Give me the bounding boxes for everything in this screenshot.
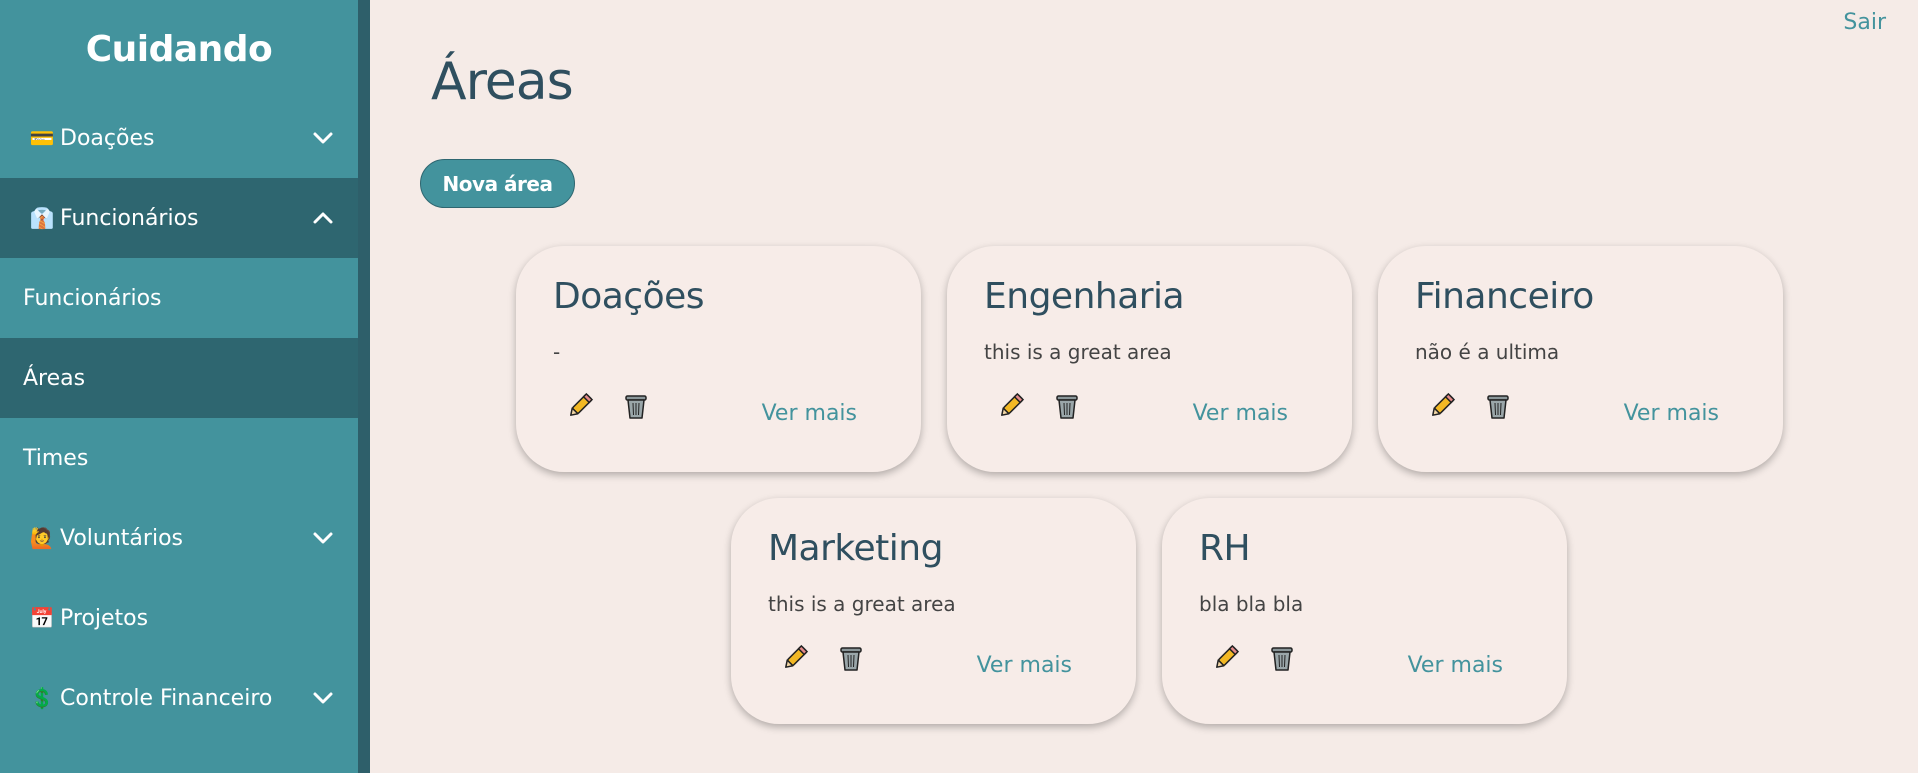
dollar-sign-icon: 💲 — [29, 686, 55, 710]
card-title: RH — [1199, 528, 1251, 569]
pencil-icon[interactable] — [1428, 392, 1456, 420]
card-description: - — [553, 340, 561, 364]
chevron-down-icon[interactable] — [312, 127, 334, 149]
sidebar-item-label: Projetos — [60, 605, 149, 631]
area-card: Marketing this is a great area Ver mais — [731, 498, 1136, 724]
calendar-icon: 📅 — [29, 606, 55, 630]
see-more-link[interactable]: Ver mais — [1408, 653, 1503, 678]
see-more-link[interactable]: Ver mais — [1624, 401, 1719, 426]
card-title: Marketing — [768, 528, 943, 569]
chevron-up-icon[interactable] — [312, 207, 334, 229]
pencil-icon[interactable] — [1212, 644, 1240, 672]
area-card: Financeiro não é a ultima Ver mais — [1378, 246, 1783, 472]
trash-icon[interactable] — [1485, 392, 1511, 420]
sidebar-item-voluntarios[interactable]: 🙋 Voluntários — [0, 498, 358, 578]
trash-icon[interactable] — [1269, 644, 1295, 672]
sidebar-item-label: Áreas — [23, 365, 86, 391]
new-area-button[interactable]: Nova área — [420, 159, 575, 208]
trash-icon[interactable] — [1054, 392, 1080, 420]
see-more-link[interactable]: Ver mais — [977, 653, 1072, 678]
chevron-down-icon[interactable] — [312, 687, 334, 709]
sidebar: Cuidando 💳 Doações 👔 Funcionários Funcio… — [0, 0, 370, 773]
sidebar-item-funcionarios-group[interactable]: 👔 Funcionários — [0, 178, 358, 258]
card-description: this is a great area — [768, 592, 956, 616]
sidebar-item-areas[interactable]: Áreas — [0, 338, 358, 418]
chevron-down-icon[interactable] — [312, 527, 334, 549]
raising-hand-icon: 🙋 — [29, 526, 55, 550]
area-card: Engenharia this is a great area Ver mais — [947, 246, 1352, 472]
card-title: Engenharia — [984, 276, 1185, 317]
page-title: Áreas — [431, 52, 574, 112]
necktie-person-icon: 👔 — [29, 206, 55, 230]
card-title: Financeiro — [1415, 276, 1594, 317]
sidebar-item-label: Funcionários — [60, 205, 199, 231]
sidebar-item-label: Controle Financeiro — [60, 685, 273, 711]
area-card: RH bla bla bla Ver mais — [1162, 498, 1567, 724]
trash-icon[interactable] — [623, 392, 649, 420]
trash-icon[interactable] — [838, 644, 864, 672]
sidebar-item-funcionarios[interactable]: Funcionários — [0, 258, 358, 338]
pencil-icon[interactable] — [566, 392, 594, 420]
card-description: bla bla bla — [1199, 592, 1304, 616]
area-card: Doações - Ver mais — [516, 246, 921, 472]
card-title: Doações — [553, 276, 705, 317]
card-description: não é a ultima — [1415, 340, 1560, 364]
sidebar-item-label: Voluntários — [60, 525, 183, 551]
sidebar-item-times[interactable]: Times — [0, 418, 358, 498]
sidebar-item-projetos[interactable]: 📅 Projetos — [0, 578, 358, 658]
card-description: this is a great area — [984, 340, 1172, 364]
logout-link[interactable]: Sair — [1843, 10, 1886, 35]
see-more-link[interactable]: Ver mais — [762, 401, 857, 426]
brand-logo[interactable]: Cuidando — [0, 0, 358, 98]
pencil-icon[interactable] — [997, 392, 1025, 420]
sidebar-item-label: Funcionários — [23, 285, 162, 311]
pencil-icon[interactable] — [781, 644, 809, 672]
sidebar-item-label: Doações — [60, 125, 155, 151]
credit-card-icon: 💳 — [29, 126, 55, 150]
sidebar-item-label: Times — [23, 445, 89, 471]
sidebar-item-controle-financeiro[interactable]: 💲 Controle Financeiro — [0, 658, 358, 738]
see-more-link[interactable]: Ver mais — [1193, 401, 1288, 426]
sidebar-item-doacoes[interactable]: 💳 Doações — [0, 98, 358, 178]
